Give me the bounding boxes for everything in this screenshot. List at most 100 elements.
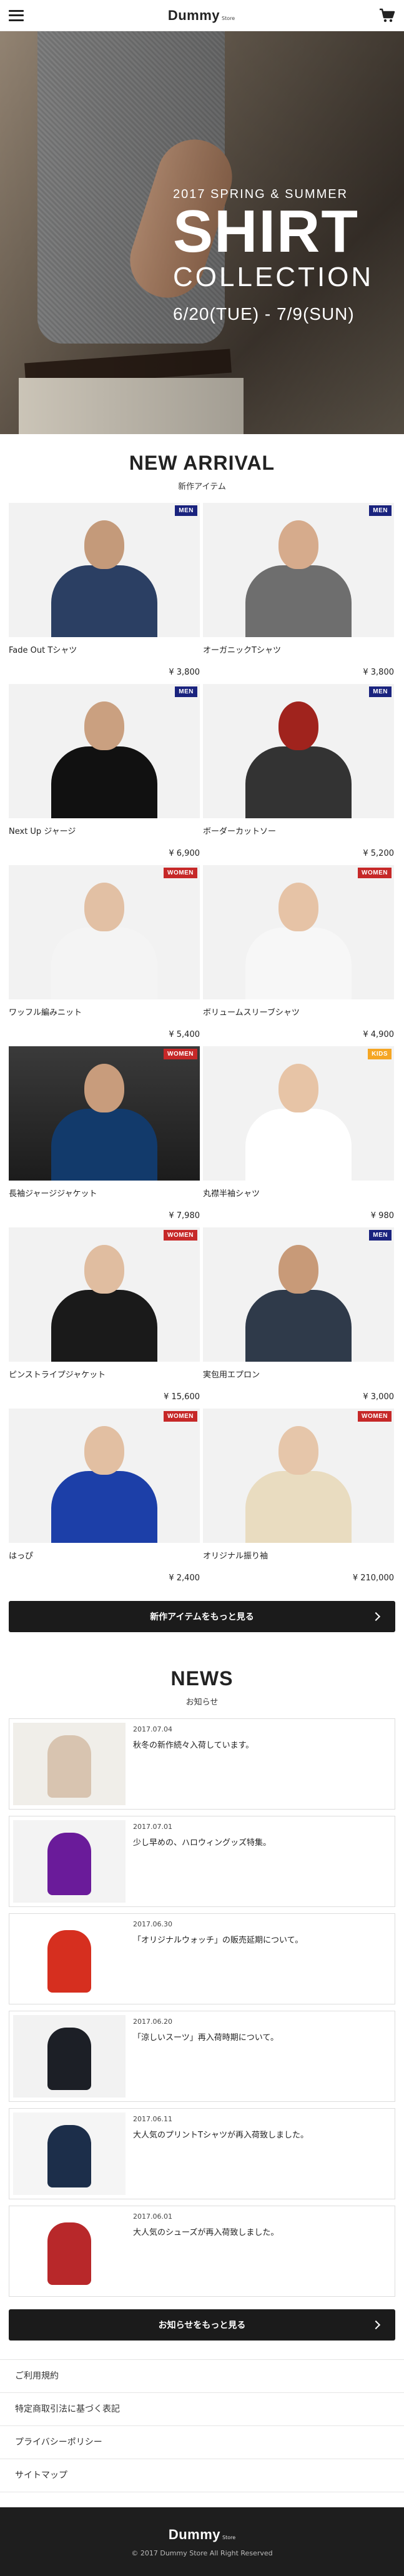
product-image[interactable]: WOMEN	[9, 1046, 200, 1181]
news-thumbnail	[13, 2015, 126, 2098]
footer-links: ご利用規約 特定商取引法に基づく表記 プライバシーポリシー サイトマップ	[0, 2359, 404, 2492]
product-image[interactable]: MEN	[203, 503, 394, 637]
model-figure	[245, 1471, 352, 1543]
news-date: 2017.06.30	[133, 1920, 172, 1928]
product-name[interactable]: ボーダーカットソー	[203, 825, 394, 836]
news-thumbnail	[13, 1918, 126, 2000]
model-figure	[51, 1290, 157, 1362]
news-item[interactable]: 2017.07.01 少し早めの、ハロウィングッズ特集。	[9, 1816, 395, 1907]
news-item[interactable]: 2017.06.01 大人気のシューズが再入荷致しました。	[9, 2206, 395, 2297]
product-card[interactable]: WOMEN はっぴ ¥ 2,400	[9, 1409, 200, 1590]
footer-link[interactable]: サイトマップ	[0, 2459, 404, 2492]
product-card[interactable]: MEN 実包用エプロン ¥ 3,000	[203, 1227, 394, 1409]
hero-title: SHIRT	[173, 198, 359, 265]
more-news-button[interactable]: お知らせをもっと見る	[9, 2309, 395, 2341]
product-price: ¥ 6,900	[169, 849, 200, 858]
news-title[interactable]: 「オリジナルウォッチ」の販売延期について。	[133, 1933, 303, 1945]
product-card[interactable]: WOMEN ボリュームスリーブシャツ ¥ 4,900	[203, 865, 394, 1046]
site-logo[interactable]: Dummy Store	[168, 7, 235, 24]
news-date: 2017.06.20	[133, 2018, 172, 2026]
product-card[interactable]: MEN Fade Out Tシャツ ¥ 3,800	[9, 503, 200, 684]
product-card[interactable]: MEN Next Up ジャージ ¥ 6,900	[9, 684, 200, 865]
logo-text: Dummy	[168, 2526, 221, 2542]
model-head	[84, 1426, 124, 1475]
news-title[interactable]: 少し早めの、ハロウィングッズ特集。	[133, 1836, 271, 1848]
footer-link[interactable]: 特定商取引法に基づく表記	[0, 2393, 404, 2426]
news-title[interactable]: 「涼しいスーツ」再入荷時期について。	[133, 2031, 278, 2043]
news-title[interactable]: 秋冬の新作続々入荷しています。	[133, 1738, 254, 1750]
product-card[interactable]: WOMEN ピンストライプジャケット ¥ 15,600	[9, 1227, 200, 1409]
product-name[interactable]: はっぴ	[9, 1549, 200, 1561]
chevron-right-icon	[371, 1612, 381, 1622]
product-price: ¥ 7,980	[169, 1211, 200, 1221]
product-name[interactable]: 丸襟半袖シャツ	[203, 1187, 394, 1199]
product-image[interactable]: WOMEN	[9, 865, 200, 999]
product-name[interactable]: ボリュームスリーブシャツ	[203, 1006, 394, 1018]
section-title: NEW ARRIVAL	[129, 452, 275, 474]
category-badge: WOMEN	[164, 1230, 197, 1241]
product-name[interactable]: Next Up ジャージ	[9, 825, 200, 836]
product-name[interactable]: ピンストライプジャケット	[9, 1368, 200, 1380]
product-price: ¥ 980	[370, 1211, 394, 1221]
product-image[interactable]: WOMEN	[203, 865, 394, 999]
model-head	[278, 1245, 318, 1294]
product-image[interactable]: WOMEN	[9, 1409, 200, 1543]
product-image[interactable]: MEN	[203, 684, 394, 818]
model-figure	[245, 565, 352, 637]
copyright: © 2017 Dummy Store All Right Reserved	[131, 2549, 273, 2557]
footer-link[interactable]: プライバシーポリシー	[0, 2426, 404, 2459]
cart-icon[interactable]	[379, 8, 395, 23]
more-news-label: お知らせをもっと見る	[158, 2321, 246, 2331]
footer-logo[interactable]: Dummy Store	[169, 2527, 235, 2543]
product-price: ¥ 5,400	[169, 1030, 200, 1039]
product-image[interactable]: KIDS	[203, 1046, 394, 1181]
hero-date: 6/20(TUE) - 7/9(SUN)	[173, 304, 355, 324]
product-name[interactable]: 長袖ジャージジャケット	[9, 1187, 200, 1199]
product-card[interactable]: WOMEN ワッフル編みニット ¥ 5,400	[9, 865, 200, 1046]
hero-banner[interactable]: 2017 SPRING & SUMMER SHIRT COLLECTION 6/…	[0, 31, 404, 434]
model-figure	[51, 928, 157, 999]
news-date: 2017.06.01	[133, 2212, 172, 2221]
product-image[interactable]: WOMEN	[203, 1409, 394, 1543]
product-name[interactable]: 実包用エプロン	[203, 1368, 394, 1380]
model-figure	[245, 928, 352, 999]
product-image[interactable]: MEN	[9, 684, 200, 818]
more-new-items-label: 新作アイテムをもっと見る	[150, 1612, 254, 1622]
product-name[interactable]: オーガニックTシャツ	[203, 643, 394, 655]
product-name[interactable]: オリジナル振り袖	[203, 1549, 394, 1561]
model-figure	[51, 1471, 157, 1543]
news-item[interactable]: 2017.07.04 秋冬の新作続々入荷しています。	[9, 1718, 395, 1810]
product-card[interactable]: MEN オーガニックTシャツ ¥ 3,800	[203, 503, 394, 684]
category-badge: MEN	[175, 505, 197, 516]
model-head	[84, 701, 124, 750]
product-name[interactable]: Fade Out Tシャツ	[9, 643, 200, 655]
model-head	[84, 883, 124, 931]
new-arrival-section: NEW ARRIVAL 新作アイテム MEN Fade Out Tシャツ ¥ 3,8…	[0, 434, 404, 1632]
news-item[interactable]: 2017.06.11 大人気のプリントTシャツが再入荷致しました。	[9, 2108, 395, 2199]
product-name[interactable]: ワッフル編みニット	[9, 1006, 200, 1018]
news-item[interactable]: 2017.06.20 「涼しいスーツ」再入荷時期について。	[9, 2011, 395, 2102]
news-title[interactable]: 大人気のシューズが再入荷致しました。	[133, 2226, 278, 2237]
hamburger-menu-icon[interactable]	[9, 9, 24, 21]
product-card[interactable]: WOMEN 長袖ジャージジャケット ¥ 7,980	[9, 1046, 200, 1227]
product-image[interactable]: MEN	[9, 503, 200, 637]
hero-title2: COLLECTION	[173, 262, 374, 292]
product-image[interactable]: WOMEN	[9, 1227, 200, 1362]
news-thumbnail	[13, 1820, 126, 1903]
product-image[interactable]: MEN	[203, 1227, 394, 1362]
news-thumbnail	[13, 1723, 126, 1805]
category-badge: MEN	[369, 686, 392, 697]
news-title[interactable]: 大人気のプリントTシャツが再入荷致しました。	[133, 2128, 308, 2140]
footer-link[interactable]: ご利用規約	[0, 2360, 404, 2393]
model-figure	[245, 1290, 352, 1362]
more-new-items-button[interactable]: 新作アイテムをもっと見る	[9, 1601, 395, 1632]
news-item[interactable]: 2017.06.30 「オリジナルウォッチ」の販売延期について。	[9, 1913, 395, 2004]
product-card[interactable]: MEN ボーダーカットソー ¥ 5,200	[203, 684, 394, 865]
model-figure	[245, 1109, 352, 1181]
model-head	[278, 883, 318, 931]
section-subtitle: お知らせ	[185, 1698, 219, 1707]
product-card[interactable]: WOMEN オリジナル振り袖 ¥ 210,000	[203, 1409, 394, 1590]
product-card[interactable]: KIDS 丸襟半袖シャツ ¥ 980	[203, 1046, 394, 1227]
category-badge: WOMEN	[358, 1411, 392, 1422]
section-subtitle: 新作アイテム	[178, 482, 226, 492]
